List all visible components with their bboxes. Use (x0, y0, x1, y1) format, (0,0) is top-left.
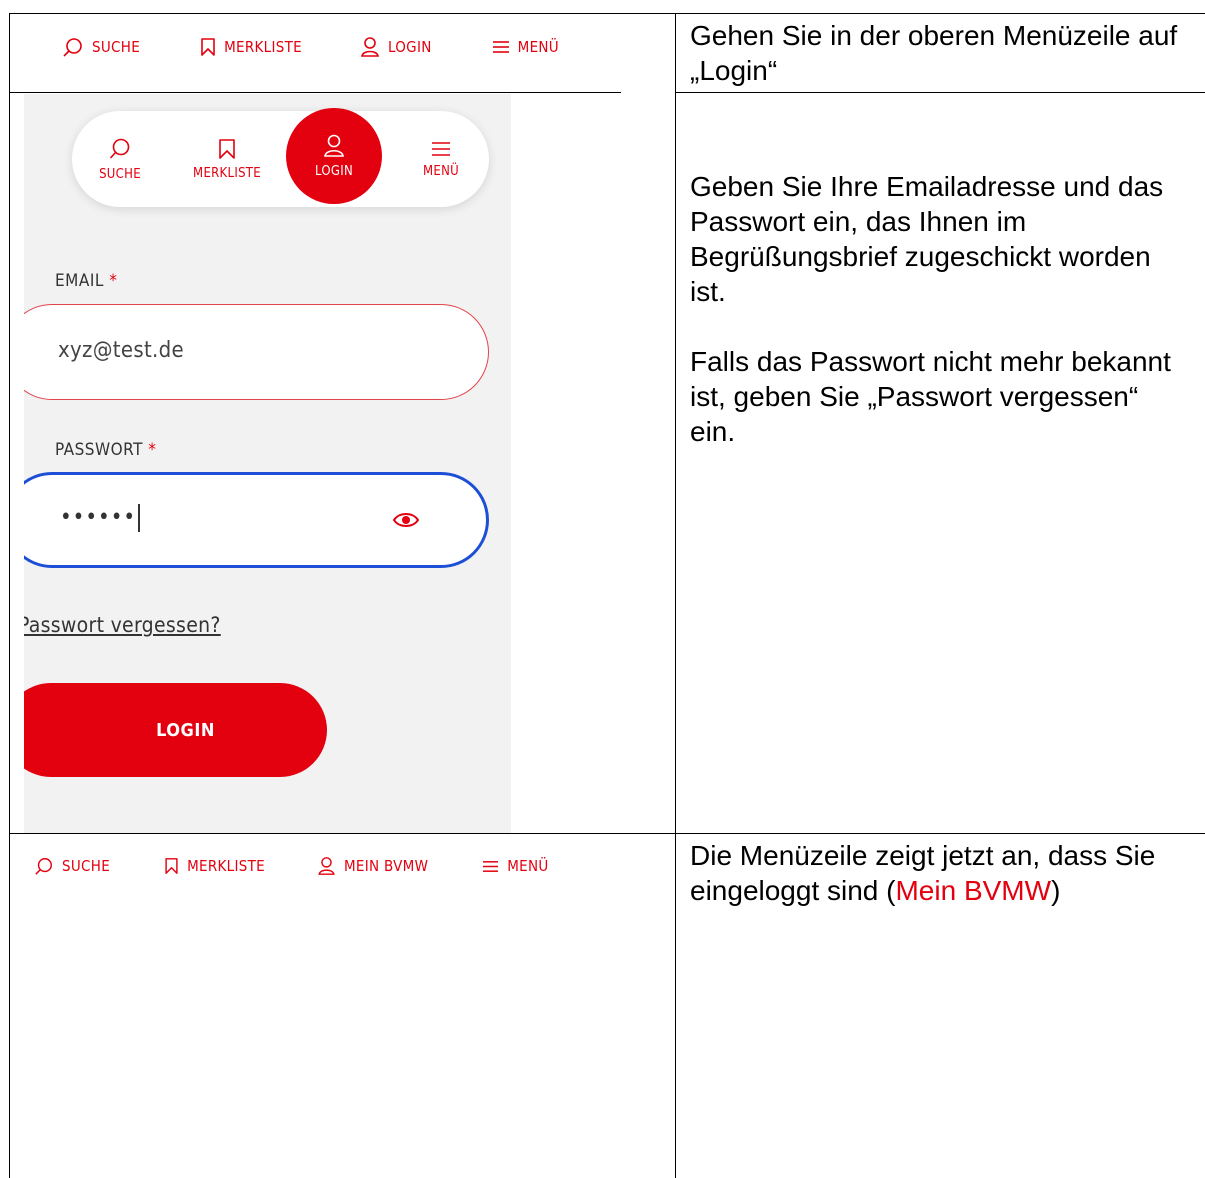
mobile-nav-menu[interactable]: MENÜ (393, 111, 489, 207)
menu-item-search[interactable]: SUCHE (62, 36, 140, 58)
mobile-nav-wishlist[interactable]: MERKLISTE (179, 111, 275, 207)
email-label: EMAIL * (55, 271, 118, 291)
required-marker: * (109, 271, 118, 291)
menu-bar-logged-out: SUCHE MERKLISTE LOGIN MENÜ (62, 36, 559, 58)
mobile-nav-search-label: SUCHE (99, 166, 141, 182)
instruction-step-1: Gehen Sie in der oberen Menüzeile auf „L… (690, 20, 1178, 86)
login-screen: SUCHE MERKLISTE LOGIN MENÜ EMAIL * xyz@t… (24, 94, 511, 833)
instruction-step-2-p2: Falls das Passwort nicht mehr bekannt is… (690, 346, 1171, 447)
menu-item-search-label: SUCHE (62, 857, 111, 875)
menu-item-menu-label: MENÜ (517, 38, 559, 56)
instruction-step-2-p1: Geben Sie Ihre Emailadresse und das Pass… (690, 171, 1164, 307)
hamburger-icon (492, 41, 509, 53)
menu-item-search[interactable]: SUCHE (34, 856, 110, 876)
instruction-highlight-mein-bvmw: Mein BVMW (895, 875, 1052, 906)
mobile-nav-login-label: LOGIN (314, 163, 353, 179)
mobile-nav-wishlist-label: MERKLISTE (193, 165, 261, 181)
forgot-password-link[interactable]: Passwort vergessen? (24, 613, 221, 637)
bookmark-icon (201, 38, 215, 56)
menu-item-account[interactable]: MEIN BVMW (317, 856, 428, 876)
user-icon (318, 857, 335, 875)
menu-item-login[interactable]: LOGIN (360, 36, 432, 58)
email-field[interactable]: xyz@test.de (24, 304, 489, 400)
instruction-step-3: Die Menüzeile zeigt jetzt an, dass Sie e… (690, 840, 1156, 906)
mobile-nav-menu-label: MENÜ (423, 163, 459, 179)
menu-item-wishlist-label: MERKLISTE (187, 857, 265, 875)
login-button[interactable]: LOGIN (24, 683, 327, 777)
password-label: PASSWORT * (55, 440, 157, 460)
password-field-value: •••••• (60, 504, 140, 532)
hamburger-icon (432, 141, 450, 156)
table-border-middle (675, 13, 676, 1178)
table-border-top (9, 13, 1205, 14)
table-border-left (9, 13, 10, 1178)
menu-item-menu[interactable]: MENÜ (482, 857, 548, 875)
text-caret (138, 504, 140, 532)
user-icon (361, 37, 379, 57)
user-icon (324, 134, 344, 157)
table-border-row1-right (675, 92, 1205, 93)
menu-item-search-label: SUCHE (92, 38, 141, 56)
table-border-row1 (9, 92, 621, 93)
hamburger-icon (483, 860, 499, 872)
menu-item-account-label: MEIN BVMW (343, 857, 429, 875)
mobile-nav-login[interactable]: LOGIN (286, 108, 382, 204)
menu-item-menu-label: MENÜ (507, 857, 549, 875)
menu-bar-logged-in: SUCHE MERKLISTE MEIN BVMW MENÜ (34, 856, 549, 876)
email-field-value: xyz@test.de (58, 338, 184, 363)
menu-item-wishlist-label: MERKLISTE (224, 38, 302, 56)
search-icon (35, 858, 52, 875)
search-icon (63, 38, 82, 57)
password-field[interactable]: •••••• (24, 472, 489, 568)
mobile-nav-pill: SUCHE MERKLISTE LOGIN MENÜ (72, 108, 489, 207)
menu-item-menu[interactable]: MENÜ (492, 38, 559, 56)
menu-item-wishlist[interactable]: MERKLISTE (164, 857, 265, 875)
menu-item-wishlist[interactable]: MERKLISTE (200, 37, 302, 57)
instruction-step-2: Geben Sie Ihre Emailadresse und das Pass… (690, 169, 1190, 449)
mobile-nav-search[interactable]: SUCHE (72, 111, 168, 207)
menu-item-login-label: LOGIN (387, 38, 432, 56)
search-icon (109, 138, 130, 159)
required-marker: * (148, 440, 157, 460)
show-password-eye-icon[interactable] (392, 508, 420, 532)
bookmark-icon (219, 138, 235, 159)
table-border-row2 (9, 833, 1205, 834)
bookmark-icon (165, 858, 178, 874)
